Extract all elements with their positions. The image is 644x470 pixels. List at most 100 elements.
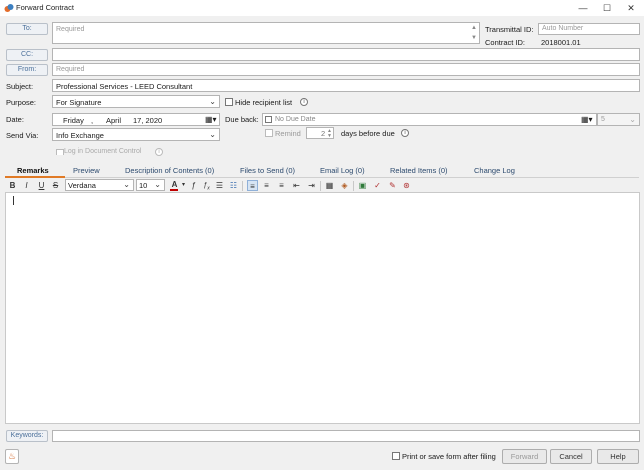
tab-strip-divider <box>5 177 639 178</box>
to-button[interactable]: To: <box>6 23 48 35</box>
toolbar-separator <box>320 181 321 191</box>
to-scroll-down-icon[interactable]: ▼ <box>471 35 477 41</box>
info-icon[interactable]: i <box>401 129 409 137</box>
remind-days-value: 2 <box>321 129 326 138</box>
hide-recipient-checkbox[interactable] <box>225 98 233 106</box>
send-via-select[interactable]: Info Exchange ⌄ <box>52 128 220 141</box>
to-field[interactable]: Required ▲ ▼ <box>52 22 480 44</box>
minimize-button[interactable]: — <box>570 0 596 16</box>
align-right-icon[interactable]: ≡ <box>276 180 287 191</box>
print-after-filing-label: Print or save form after filing <box>402 452 496 461</box>
help-button[interactable]: Help <box>597 449 639 464</box>
font-size-value: 10 <box>139 181 148 190</box>
font-color-swatch <box>170 189 178 191</box>
log-doc-control-checkbox[interactable] <box>56 149 64 155</box>
tab-related-items[interactable]: Related Items (0) <box>390 166 448 175</box>
due-back-picker[interactable]: No Due Date ▦▾ <box>262 113 597 126</box>
tab-preview[interactable]: Preview <box>73 166 100 175</box>
chevron-down-icon: ⌄ <box>123 180 130 189</box>
chevron-down-icon: ⌄ <box>209 130 216 139</box>
transmittal-id-field[interactable]: Auto Number <box>538 23 640 35</box>
chevron-down-icon: ⌄ <box>209 97 216 106</box>
due-back-checkbox[interactable] <box>265 116 272 123</box>
due-days-select[interactable]: 5 ⌄ <box>597 113 640 126</box>
close-button[interactable]: ✕ <box>618 0 644 16</box>
clear-format-icon[interactable]: ƒ <box>188 180 199 191</box>
print-after-filing-checkbox[interactable] <box>392 452 400 460</box>
chevron-down-icon: ⌄ <box>629 115 636 124</box>
calendar-icon[interactable]: ▦▾ <box>581 115 593 124</box>
log-doc-control-label: Log in Document Control <box>64 148 142 155</box>
date-day-year: 17, 2020 <box>133 116 163 125</box>
maximize-button[interactable]: ☐ <box>594 0 620 16</box>
contract-id-label: Contract ID: <box>485 38 526 47</box>
eraser-icon[interactable]: ✎ <box>387 180 398 191</box>
info-icon[interactable]: i <box>155 148 163 156</box>
font-family-select[interactable]: Verdana ⌄ <box>65 179 134 191</box>
cc-button[interactable]: CC: <box>6 49 48 61</box>
numbered-list-icon[interactable]: ☷ <box>228 180 239 191</box>
strikethrough-button[interactable]: S <box>50 180 61 191</box>
align-center-icon[interactable]: ≡ <box>261 180 272 191</box>
align-left-icon[interactable]: ≡ <box>247 180 258 191</box>
send-via-label: Send Via: <box>6 131 39 140</box>
from-placeholder: Required <box>56 66 85 73</box>
indent-icon[interactable]: ⇥ <box>306 180 317 191</box>
to-scroll-up-icon[interactable]: ▲ <box>471 25 477 31</box>
contract-id-value: 2018001.01 <box>541 38 581 47</box>
date-separator: , <box>91 116 94 125</box>
forward-button[interactable]: Forward <box>502 449 547 464</box>
font-color-icon: A <box>171 180 178 189</box>
subject-value: Professional Services - LEED Consultant <box>56 82 193 91</box>
remind-checkbox[interactable] <box>265 129 273 137</box>
outdent-icon[interactable]: ⇤ <box>291 180 302 191</box>
date-weekday: Friday <box>63 116 84 125</box>
underline-button[interactable]: U <box>36 180 47 191</box>
bold-button[interactable]: B <box>7 180 18 191</box>
toolbar-separator <box>242 181 243 191</box>
purpose-value: For Signature <box>56 98 102 107</box>
hide-recipient-label: Hide recipient list <box>235 98 293 107</box>
remarks-editor[interactable] <box>5 192 640 424</box>
tab-files-to-send[interactable]: Files to Send (0) <box>240 166 295 175</box>
calendar-icon[interactable]: ▦▾ <box>205 115 217 124</box>
font-size-select[interactable]: 10 ⌄ <box>136 179 165 191</box>
keywords-field[interactable] <box>52 430 640 442</box>
due-back-label: Due back: <box>225 115 259 124</box>
purpose-select[interactable]: For Signature ⌄ <box>52 95 220 108</box>
table-icon[interactable]: ▦ <box>324 180 335 191</box>
tab-remarks[interactable]: Remarks <box>17 166 49 175</box>
from-button[interactable]: From: <box>6 64 48 76</box>
mark-icon[interactable]: ♨ <box>5 449 19 464</box>
from-field[interactable]: Required <box>52 63 640 76</box>
info-icon[interactable]: i <box>300 98 308 106</box>
date-label: Date: <box>6 115 24 124</box>
formula-icon[interactable]: ƒx <box>201 180 212 191</box>
bullet-list-icon[interactable]: ☰ <box>214 180 225 191</box>
paint-icon[interactable]: ◈ <box>339 180 350 191</box>
due-days-value: 5 <box>601 116 605 123</box>
to-placeholder: Required <box>56 26 85 33</box>
tab-description-of-contents[interactable]: Description of Contents (0) <box>125 166 214 175</box>
cc-field[interactable] <box>52 48 640 61</box>
stepper-down-icon[interactable]: ▼ <box>327 133 332 139</box>
image-icon[interactable]: ▣ <box>357 180 368 191</box>
transmittal-id-label: Transmittal ID: <box>485 25 534 34</box>
text-caret <box>13 196 14 205</box>
remind-days-stepper[interactable]: 2 ▲ ▼ <box>306 127 334 139</box>
window-title: Forward Contract <box>16 3 74 12</box>
settings-icon[interactable]: ⊛ <box>401 180 412 191</box>
due-back-placeholder: No Due Date <box>275 116 316 123</box>
spellcheck-icon[interactable]: ✓ <box>372 180 383 191</box>
date-month: April <box>106 116 122 125</box>
tab-change-log[interactable]: Change Log <box>474 166 515 175</box>
date-picker[interactable]: Friday , April 17, 2020 ▦▾ <box>52 113 220 126</box>
remind-suffix: days before due <box>341 129 395 138</box>
toolbar-separator <box>353 181 354 191</box>
transmittal-id-placeholder: Auto Number <box>542 25 584 32</box>
tab-email-log[interactable]: Email Log (0) <box>320 166 365 175</box>
italic-button[interactable]: I <box>21 180 32 191</box>
keywords-button[interactable]: Keywords: <box>6 430 48 442</box>
subject-field[interactable]: Professional Services - LEED Consultant <box>52 79 640 92</box>
cancel-button[interactable]: Cancel <box>550 449 592 464</box>
